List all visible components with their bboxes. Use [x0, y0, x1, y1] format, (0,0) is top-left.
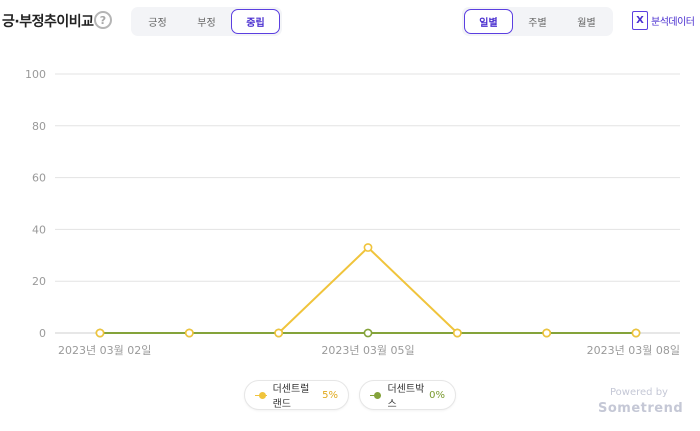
series-1-point	[631, 328, 641, 338]
series-1-point	[542, 328, 552, 338]
y-tick-label: 100	[25, 68, 46, 81]
series-1-point	[452, 328, 462, 338]
series-1-point	[184, 328, 194, 338]
series-1-point	[363, 243, 373, 252]
x-tick-label: 2023년 03월 02일	[58, 343, 151, 357]
legend-item-series-2[interactable]: 더센트박스 0%	[359, 380, 456, 410]
legend-item-series-1[interactable]: 더센트럴랜드 5%	[244, 380, 349, 410]
x-tick-label: 2023년 03월 05일	[321, 343, 414, 357]
y-tick-label: 20	[32, 275, 46, 288]
legend-share: 0%	[429, 389, 445, 401]
x-tick-label: 2023년 03월 08일	[587, 343, 680, 357]
trend-chart: 0 20 40 60 80 100 2023년 03월 02일 2023년 03월 05일 2…	[25, 68, 680, 357]
powered-by-text: Powered by	[610, 387, 668, 398]
legend-share: 5%	[322, 389, 338, 401]
legend-marker-icon	[255, 391, 267, 399]
y-tick-label: 40	[32, 223, 46, 236]
series-2-point	[363, 328, 373, 338]
y-tick-label: 60	[32, 172, 46, 185]
series-1-point	[274, 328, 284, 338]
series-line-1	[100, 246, 636, 334]
y-tick-label: 80	[32, 120, 46, 133]
legend-label: 더센트럴랜드	[272, 384, 310, 410]
legend-label: 더센트박스	[387, 384, 425, 410]
y-tick-label: 0	[39, 327, 46, 340]
brand-logo: Sometrend	[598, 401, 684, 416]
series-1-point	[95, 328, 105, 338]
legend-marker-icon	[370, 391, 382, 399]
